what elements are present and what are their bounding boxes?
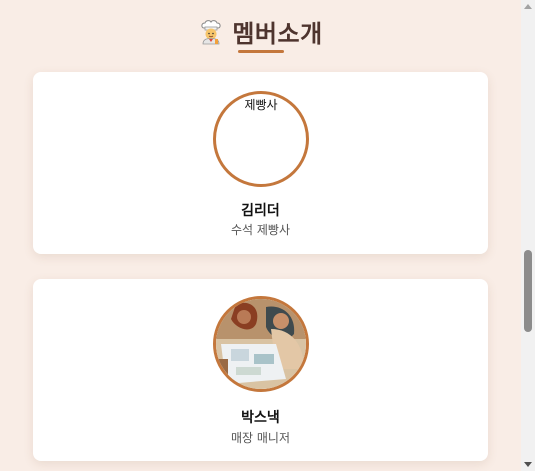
section-header: 멤버소개 bbox=[0, 14, 521, 49]
member-name: 김리더 bbox=[241, 203, 280, 219]
member-card: 박스낵 매장 매니저 bbox=[33, 279, 488, 461]
member-card: 제빵사 김리더 수석 제빵사 bbox=[33, 72, 488, 254]
avatar-alt-text: 제빵사 bbox=[244, 98, 278, 112]
avatar-photo bbox=[216, 299, 306, 389]
scroll-up-arrow-icon[interactable] bbox=[524, 4, 532, 9]
section-title-text: 멤버소개 bbox=[232, 20, 323, 48]
page-viewport: 멤버소개 제빵사 김리더 수석 제빵사 박스낵 매장 매니저 bbox=[0, 0, 521, 471]
member-avatar bbox=[213, 296, 309, 392]
member-name: 박스낵 bbox=[241, 410, 280, 426]
vertical-scrollbar[interactable] bbox=[521, 0, 535, 471]
title-underline bbox=[238, 50, 284, 53]
member-role: 수석 제빵사 bbox=[230, 223, 290, 237]
section-title: 멤버소개 bbox=[198, 14, 322, 49]
scroll-down-arrow-icon[interactable] bbox=[524, 462, 532, 467]
member-avatar: 제빵사 bbox=[213, 91, 309, 187]
chef-icon bbox=[198, 19, 224, 45]
member-role: 매장 매니저 bbox=[230, 431, 290, 445]
scroll-thumb[interactable] bbox=[524, 250, 532, 332]
